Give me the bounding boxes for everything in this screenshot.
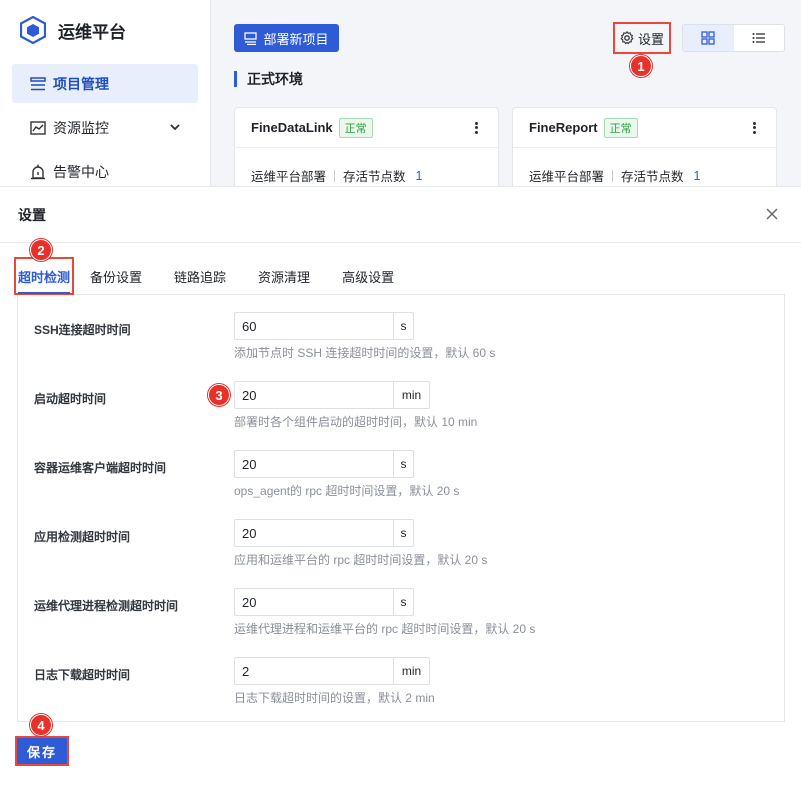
sidebar-item-label: 告警中心 <box>53 163 109 180</box>
app-check-timeout-input[interactable] <box>234 519 393 547</box>
sidebar-item-resource-monitor[interactable]: 资源监控 <box>12 108 198 147</box>
unit-label: s <box>393 588 414 616</box>
log-download-timeout-input[interactable] <box>234 657 393 685</box>
list-view-button[interactable] <box>734 25 785 51</box>
field-label: 启动超时时间 <box>34 392 107 406</box>
field-hint: 应用和运维平台的 rpc 超时时间设置，默认 20 s <box>234 553 488 567</box>
field-label: 运维代理进程检测超时时间 <box>34 599 179 613</box>
tab-resource-cleanup[interactable]: 资源清理 <box>242 258 326 294</box>
alarm-bell-icon <box>29 163 47 181</box>
card-nodes-count: 1 <box>415 168 423 183</box>
deploy-new-project-button[interactable]: 部署新项目 <box>234 24 339 52</box>
settings-button[interactable]: 设置 <box>613 22 671 54</box>
card-nodes-label: 存活节点数 <box>621 170 684 184</box>
card-header: FineDataLink 正常 <box>235 108 498 148</box>
settings-tabs: 超时检测 备份设置 链路追踪 资源清理 高级设置 <box>14 257 785 295</box>
container-client-timeout-input[interactable] <box>234 450 393 478</box>
deploy-new-project-label: 部署新项目 <box>263 31 329 47</box>
more-vertical-icon[interactable] <box>748 121 760 135</box>
card-name: FineReport <box>529 120 598 135</box>
annotation-marker-3: 3 <box>208 384 230 406</box>
grid-view-button[interactable] <box>683 25 734 51</box>
field-hint: 添加节点时 SSH 连接超时时间的设置，默认 60 s <box>234 346 496 360</box>
card-header: FineReport 正常 <box>513 108 776 148</box>
log-download-timeout-input-group: min <box>234 657 430 685</box>
tab-timeout-detection[interactable]: 超时检测 <box>14 257 75 295</box>
project-card[interactable]: FineReport 正常 运维平台部署 存活节点数 1 <box>512 107 777 197</box>
sidebar: 运维平台 项目管理 资源监控 告警中心 <box>0 0 211 190</box>
ssh-timeout-input-group: s <box>234 312 414 340</box>
container-client-timeout-input-group: s <box>234 450 414 478</box>
field-label: SSH连接超时时间 <box>34 323 131 337</box>
monitor-chart-icon <box>29 119 47 137</box>
field-hint: 运维代理进程和运维平台的 rpc 超时时间设置，默认 20 s <box>234 622 536 636</box>
sidebar-item-label: 项目管理 <box>53 75 109 92</box>
unit-label: min <box>393 657 430 685</box>
field-label: 容器运维客户端超时时间 <box>34 461 167 475</box>
field-hint: 部署时各个组件启动的超时时间，默认 10 min <box>234 415 478 429</box>
brand: 运维平台 <box>20 16 126 44</box>
deploy-icon <box>244 31 258 45</box>
server-list-icon <box>29 75 47 93</box>
card-deploy-type: 运维平台部署 <box>529 170 605 184</box>
chevron-down-icon[interactable] <box>168 120 182 134</box>
unit-label: s <box>393 519 414 547</box>
startup-timeout-input[interactable] <box>234 381 393 409</box>
more-vertical-icon[interactable] <box>470 121 482 135</box>
settings-label: 设置 <box>637 31 664 47</box>
field-label: 应用检测超时时间 <box>34 530 131 544</box>
annotation-marker-2: 2 <box>30 239 52 261</box>
project-card[interactable]: FineDataLink 正常 运维平台部署 存活节点数 1 <box>234 107 499 197</box>
list-icon <box>752 33 765 43</box>
sidebar-item-label: 资源监控 <box>53 119 109 136</box>
app-check-timeout-input-group: s <box>234 519 414 547</box>
gear-icon <box>620 31 634 45</box>
tab-advanced-settings[interactable]: 高级设置 <box>326 258 410 294</box>
unit-label: s <box>393 450 414 478</box>
status-badge: 正常 <box>603 117 638 138</box>
agent-check-timeout-input[interactable] <box>234 588 393 616</box>
card-deploy-type: 运维平台部署 <box>251 170 327 184</box>
timeout-form: SSH连接超时时间 s 添加节点时 SSH 连接超时时间的设置，默认 60 s … <box>17 295 785 722</box>
annotation-marker-4: 4 <box>30 714 52 736</box>
settings-dialog: 设置 超时检测 备份设置 链路追踪 资源清理 高级设置 SSH连接超时时间 s … <box>0 186 801 786</box>
tab-backup-settings[interactable]: 备份设置 <box>74 258 158 294</box>
card-name: FineDataLink <box>251 120 333 135</box>
ssh-timeout-input[interactable] <box>234 312 393 340</box>
field-hint: 日志下载超时时间的设置，默认 2 min <box>234 691 435 705</box>
app-name: 运维平台 <box>58 22 126 42</box>
card-nodes-count: 1 <box>693 168 701 183</box>
tab-trace[interactable]: 链路追踪 <box>158 258 242 294</box>
unit-label: s <box>393 312 414 340</box>
view-toggle <box>682 24 785 52</box>
annotation-marker-1: 1 <box>630 55 652 77</box>
divider <box>612 169 614 182</box>
divider <box>334 169 336 182</box>
unit-label: min <box>393 381 430 409</box>
status-badge: 正常 <box>338 117 373 138</box>
grid-icon <box>701 31 715 45</box>
main-area: 部署新项目 设置 正式环境 FineDataLink 正常 运维平台部署 存活节… <box>212 0 801 197</box>
sidebar-item-project-management[interactable]: 项目管理 <box>12 64 198 103</box>
dialog-header: 设置 <box>0 187 801 243</box>
cube-logo-icon <box>20 16 46 44</box>
card-nodes-label: 存活节点数 <box>343 170 406 184</box>
agent-check-timeout-input-group: s <box>234 588 414 616</box>
section-title: 正式环境 <box>234 71 303 87</box>
startup-timeout-input-group: min <box>234 381 430 409</box>
field-hint: ops_agent的 rpc 超时时间设置，默认 20 s <box>234 484 460 498</box>
save-button[interactable]: 保存 <box>15 736 69 766</box>
dialog-title: 设置 <box>18 206 46 223</box>
field-label: 日志下载超时时间 <box>34 668 131 682</box>
close-icon[interactable] <box>765 207 779 221</box>
